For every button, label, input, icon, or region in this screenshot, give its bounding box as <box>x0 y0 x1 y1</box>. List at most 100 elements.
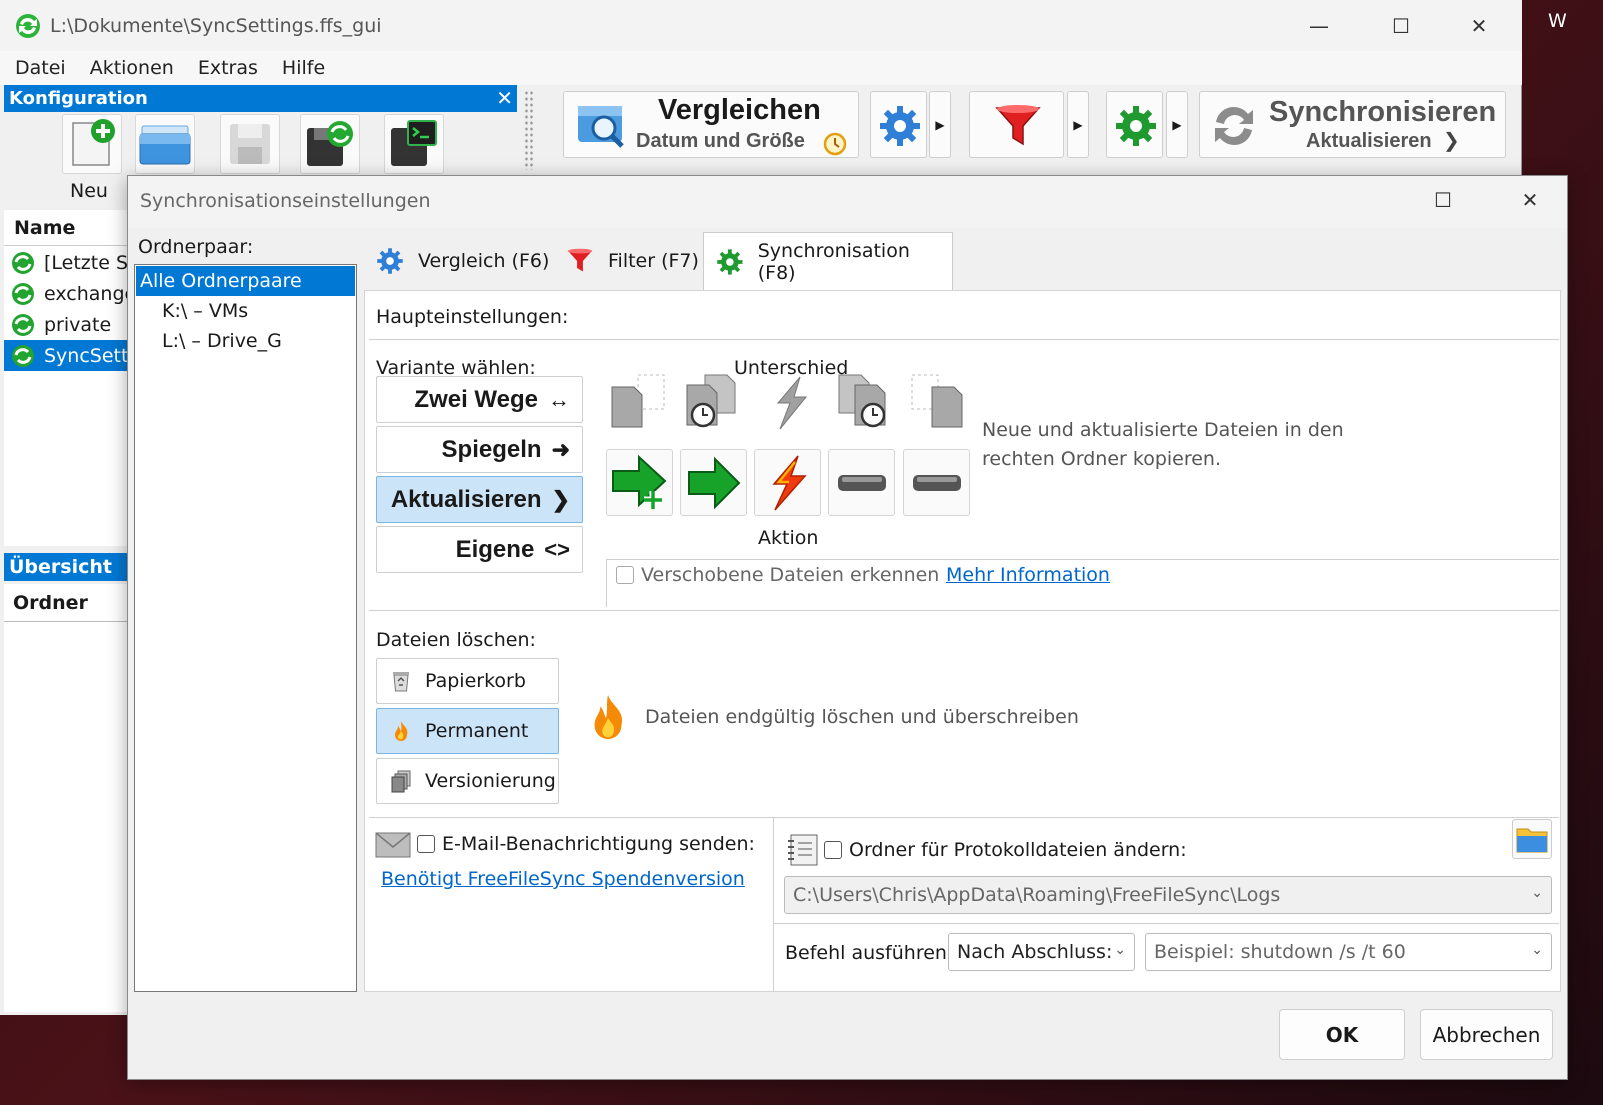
toolbar-grip[interactable] <box>524 90 534 170</box>
config-list-item[interactable]: private <box>4 309 128 340</box>
dialog-maximize-button[interactable]: ☐ <box>1414 180 1472 220</box>
sync-settings-button[interactable] <box>1106 91 1163 158</box>
overview-folder-header[interactable]: Ordner <box>4 584 128 622</box>
run-command-timing-select[interactable]: Nach Abschluss: ⌄ <box>948 933 1135 971</box>
compare-settings-button[interactable] <box>870 91 927 158</box>
menu-bar: Datei Aktionen Extras Hilfe <box>0 51 1522 85</box>
main-settings-label: Haupteinstellungen: <box>376 306 569 328</box>
tab-synchronization-label: Synchronisation (F8) <box>757 239 910 284</box>
log-folder-checkbox[interactable] <box>824 841 842 859</box>
variant-update-button[interactable]: Aktualisieren ❯ <box>376 476 583 523</box>
detect-moved-files-checkbox[interactable] <box>616 566 634 584</box>
variant-label-text: Zwei Wege <box>414 385 538 413</box>
config-list-item[interactable]: exchange <box>4 278 128 309</box>
action-none-button[interactable] <box>828 449 895 516</box>
variant-custom-button[interactable]: Eigene <> <box>376 526 583 573</box>
delete-option-label: Papierkorb <box>425 670 526 692</box>
filter-dropdown-arrow[interactable]: ▶ <box>1067 91 1089 158</box>
sync-config-icon <box>12 282 34 305</box>
minimize-button[interactable]: — <box>1290 6 1348 46</box>
more-information-link[interactable]: Mehr Information <box>946 564 1110 586</box>
filter-button[interactable] <box>969 91 1064 158</box>
synchronize-button[interactable]: Synchronisieren Aktualisieren ❯ <box>1199 91 1506 158</box>
open-config-button[interactable] <box>135 114 195 174</box>
sync-config-icon <box>12 344 34 367</box>
dialog-titlebar: Synchronisationseinstellungen ☐ ✕ <box>128 176 1567 228</box>
config-panel-header: Konfiguration <box>4 85 517 112</box>
delete-files-label: Dateien löschen: <box>376 629 536 651</box>
compare-dropdown-arrow[interactable]: ▶ <box>929 91 951 158</box>
save-as-batch-button[interactable] <box>300 114 360 174</box>
action-conflict-button[interactable] <box>754 449 821 516</box>
delete-option-label: Versionierung <box>425 770 556 792</box>
variant-description-line-2: rechten Ordner kopieren. <box>982 448 1222 470</box>
save-terminal-icon <box>391 120 437 166</box>
tab-synchronization[interactable]: Synchronisation (F8) <box>703 232 953 290</box>
divider <box>369 339 1559 340</box>
config-close-icon[interactable]: ✕ <box>496 85 513 112</box>
close-button[interactable]: ✕ <box>1450 6 1508 46</box>
gear-blue-icon <box>880 106 920 146</box>
folder-open-icon <box>139 125 191 165</box>
menu-datei[interactable]: Datei <box>15 57 66 79</box>
sync-config-icon <box>12 251 34 274</box>
main-titlebar: L:\Dokumente\SyncSettings.ffs_gui — ☐ ✕ <box>0 0 1522 51</box>
action-create-right-button[interactable] <box>606 449 673 516</box>
save-config-button[interactable] <box>220 114 280 174</box>
variant-two-way-button[interactable]: Zwei Wege ↔ <box>376 376 583 423</box>
dialog-close-button[interactable]: ✕ <box>1501 180 1559 220</box>
divider <box>606 559 607 607</box>
variant-mirror-button[interactable]: Spiegeln ➜ <box>376 426 583 473</box>
config-list-item[interactable]: [Letzte Si <box>4 247 128 278</box>
run-command-input[interactable]: Beispiel: shutdown /s /t 60 ⌄ <box>1145 933 1552 971</box>
save-sync-icon <box>307 121 353 166</box>
ok-button[interactable]: OK <box>1279 1009 1405 1060</box>
variant-label-text: Aktualisieren <box>390 485 542 513</box>
maximize-button[interactable]: ☐ <box>1372 6 1430 46</box>
browse-log-folder-button[interactable] <box>1512 819 1552 859</box>
dialog-title: Synchronisationseinstellungen <box>140 190 431 212</box>
tab-compare-label: Vergleich (F6) <box>418 250 550 272</box>
delete-versioning-button[interactable]: Versionierung <box>376 758 559 804</box>
config-list-header[interactable]: Name <box>4 210 128 246</box>
config-item-label: private <box>44 313 112 336</box>
conflict-lightning-red-icon <box>771 455 807 510</box>
do-nothing-bar-icon <box>912 474 961 491</box>
tab-compare[interactable]: Vergleich (F6) <box>364 232 550 290</box>
action-update-right-button[interactable] <box>680 449 747 516</box>
overview-list <box>4 622 128 1012</box>
flame-large-icon <box>594 695 623 740</box>
config-list: Name [Letzte Si exchange private SyncSet… <box>4 210 128 546</box>
config-item-label: SyncSetti <box>44 344 128 367</box>
conflict-lightning-gray-icon <box>776 376 808 430</box>
log-folder-label: Ordner für Protokolldateien ändern: <box>849 839 1187 861</box>
synchronize-variant: Aktualisieren <box>1306 130 1432 152</box>
compare-button[interactable]: Vergleichen Datum und Größe <box>563 91 859 158</box>
email-notification-checkbox[interactable] <box>417 835 435 853</box>
new-config-label: Neu <box>70 180 108 202</box>
menu-extras[interactable]: Extras <box>198 57 258 79</box>
save-as-script-button[interactable] <box>384 114 444 174</box>
log-folder-path-field[interactable]: C:\Users\Chris\AppData\Roaming\FreeFileS… <box>784 876 1552 914</box>
sync-dropdown-arrow[interactable]: ▶ <box>1166 91 1188 158</box>
email-notification-option: E-Mail-Benachrichtigung senden: <box>417 833 755 855</box>
chevron-down-icon: ⌄ <box>1531 942 1543 958</box>
config-item-label: exchange <box>44 282 128 305</box>
new-config-button[interactable] <box>62 114 122 174</box>
delete-recycle-bin-button[interactable]: Papierkorb <box>376 658 559 704</box>
folder-pair-item[interactable]: L:\ – Drive_G <box>135 326 356 356</box>
menu-hilfe[interactable]: Hilfe <box>282 57 325 79</box>
folder-pair-item-all[interactable]: Alle Ordnerpaare <box>136 266 355 296</box>
delete-description: Dateien endgültig löschen und überschrei… <box>645 706 1079 728</box>
do-nothing-bar-icon <box>837 474 886 491</box>
folder-pair-item[interactable]: K:\ – VMs <box>135 296 356 326</box>
donation-version-link[interactable]: Benötigt FreeFileSync Spendenversion <box>381 868 745 890</box>
tab-filter[interactable]: Filter (F7) <box>554 232 702 290</box>
cancel-button[interactable]: Abbrechen <box>1420 1009 1553 1060</box>
log-notebook-icon <box>788 834 818 866</box>
sync-settings-dialog: Synchronisationseinstellungen ☐ ✕ Ordner… <box>127 175 1568 1080</box>
menu-aktionen[interactable]: Aktionen <box>90 57 174 79</box>
config-list-item-selected[interactable]: SyncSetti <box>4 340 128 371</box>
action-none-button-2[interactable] <box>903 449 970 516</box>
delete-permanent-button[interactable]: Permanent <box>376 708 559 754</box>
